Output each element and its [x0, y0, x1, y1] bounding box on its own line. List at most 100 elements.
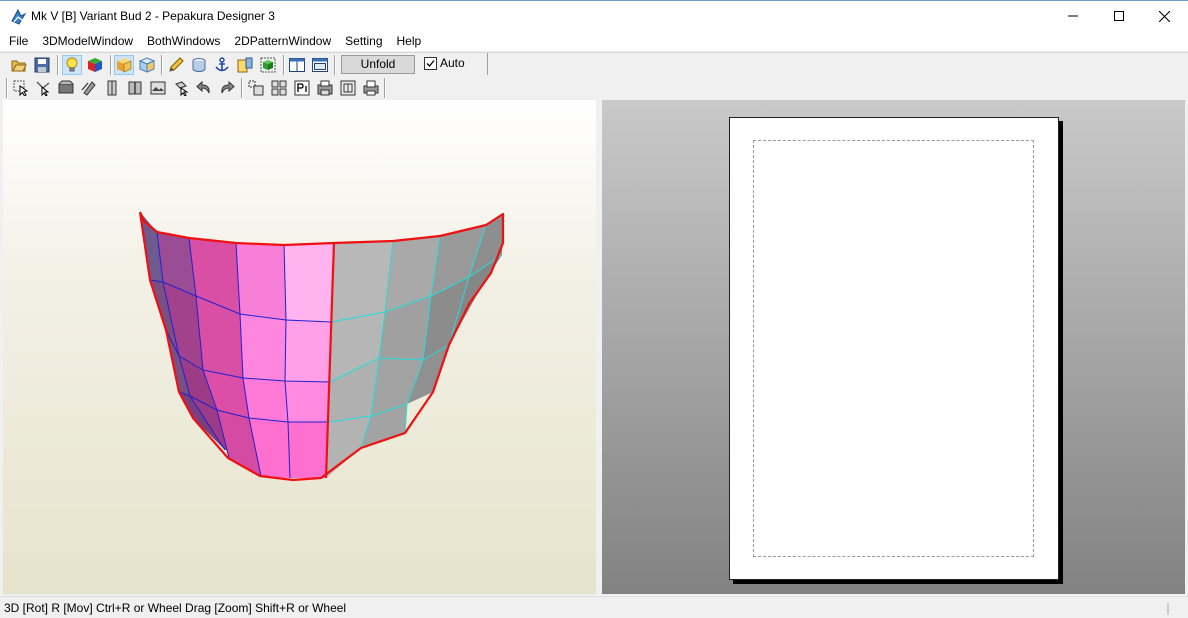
zoom-fit-icon: [340, 80, 356, 96]
menu-2dpatternwindow[interactable]: 2DPatternWindow: [227, 31, 338, 51]
title-bar: Mk V [B] Variant Bud 2 - Pepakura Design…: [0, 0, 1188, 32]
close-button[interactable]: [1141, 1, 1187, 31]
save-button[interactable]: [32, 55, 52, 75]
resize-grip-icon[interactable]: [1165, 603, 1181, 615]
2d-pattern-view[interactable]: [602, 100, 1185, 594]
move-part-button[interactable]: [171, 78, 191, 98]
single-pane-button[interactable]: [287, 55, 307, 75]
page-number-icon: [294, 80, 310, 96]
window-title: Mk V [B] Variant Bud 2 - Pepakura Design…: [31, 9, 275, 23]
menu-bothwindows[interactable]: BothWindows: [140, 31, 227, 51]
arrange-icon: [248, 80, 264, 96]
texture-mode-button[interactable]: [114, 55, 134, 75]
anchor-icon: [215, 57, 229, 72]
toolbar-separator: [57, 55, 59, 75]
print-setup-icon: [317, 80, 333, 96]
fold-line-icon: [128, 81, 142, 95]
auto-checkbox[interactable]: Auto: [424, 56, 465, 70]
face[interactable]: [288, 422, 329, 478]
edit-toolbar: [0, 76, 1188, 100]
menu-help[interactable]: Help: [390, 31, 429, 51]
maximize-icon: [1114, 11, 1124, 21]
select-arrow-icon: [13, 80, 29, 96]
menu-3dmodelwindow[interactable]: 3DModelWindow: [35, 31, 140, 51]
face[interactable]: [331, 241, 393, 322]
toolbar-end-line: [487, 53, 488, 75]
arrange-grid-icon: [271, 80, 287, 96]
auto-checkbox-box[interactable]: [424, 56, 437, 70]
toolbar-separator: [334, 55, 336, 75]
face[interactable]: [236, 243, 286, 320]
color-cube-icon: [88, 58, 102, 72]
main-toolbar: [0, 52, 1188, 77]
image-button[interactable]: [148, 78, 168, 98]
dual-pane-button[interactable]: [310, 55, 330, 75]
rotate-part-icon: [81, 81, 96, 96]
menu-bar: File 3DModelWindow BothWindows 2DPattern…: [0, 31, 1188, 51]
minimize-icon: [1068, 15, 1078, 17]
pencil-icon: [169, 57, 184, 72]
arrange-button[interactable]: [246, 78, 266, 98]
open-button[interactable]: [9, 55, 29, 75]
minimize-button[interactable]: [1050, 1, 1096, 31]
page-number-button[interactable]: [292, 78, 312, 98]
lighting-toggle-button[interactable]: [62, 55, 82, 75]
wireframe-mode-button[interactable]: [137, 55, 157, 75]
face[interactable]: [284, 243, 334, 322]
undo-button[interactable]: [194, 78, 214, 98]
face[interactable]: [240, 314, 286, 381]
join-edge-button[interactable]: [33, 78, 53, 98]
menu-setting[interactable]: Setting: [338, 31, 389, 51]
edit-part-button[interactable]: [235, 55, 255, 75]
redo-button[interactable]: [217, 78, 237, 98]
select-button[interactable]: [11, 78, 31, 98]
maximize-button[interactable]: [1096, 1, 1142, 31]
shape-button[interactable]: [189, 55, 209, 75]
edit-part-icon: [237, 57, 253, 73]
toolbar-separator: [241, 78, 243, 98]
toolbar-separator: [110, 55, 112, 75]
anchor-button[interactable]: [212, 55, 232, 75]
join-edge-icon: [36, 81, 50, 96]
toolbar-grip: [6, 78, 8, 98]
face[interactable]: [285, 320, 331, 382]
status-bar: 3D [Rot] R [Mov] Ctrl+R or Wheel Drag [Z…: [0, 596, 1188, 618]
status-text: 3D [Rot] R [Mov] Ctrl+R or Wheel Drag [Z…: [4, 601, 347, 615]
print-setup-button[interactable]: [315, 78, 335, 98]
toolbar-separator: [384, 78, 386, 98]
fold-line-button[interactable]: [125, 78, 145, 98]
menu-file[interactable]: File: [0, 31, 35, 51]
save-icon: [34, 57, 50, 73]
3d-model-canvas[interactable]: [3, 100, 596, 594]
part-select-button[interactable]: [258, 55, 278, 75]
print-margin: [753, 140, 1034, 557]
zoom-fit-button[interactable]: [338, 78, 358, 98]
mirror-button[interactable]: [102, 78, 122, 98]
undo-icon: [196, 80, 210, 94]
auto-label: Auto: [440, 56, 465, 70]
print-icon: [363, 80, 379, 96]
color-mode-button[interactable]: [85, 55, 105, 75]
texture-cube-icon: [117, 58, 132, 73]
print-button[interactable]: [361, 78, 381, 98]
pepakura-app-icon: [11, 8, 27, 25]
face[interactable]: [285, 381, 330, 422]
flap-icon: [58, 80, 74, 94]
pattern-page[interactable]: [729, 117, 1059, 580]
flap-button[interactable]: [56, 78, 76, 98]
unfold-button[interactable]: Unfold: [341, 55, 415, 74]
lightbulb-icon: [66, 57, 78, 72]
edge-edit-button[interactable]: [166, 55, 186, 75]
arrange-grid-button[interactable]: [269, 78, 289, 98]
green-part-icon: [260, 57, 276, 73]
checkmark-icon: [426, 59, 435, 67]
rotate-part-button[interactable]: [79, 78, 99, 98]
face[interactable]: [243, 378, 288, 422]
cylinder-icon: [192, 58, 206, 72]
toolbar-separator: [161, 55, 163, 75]
3d-model-view[interactable]: [3, 100, 596, 594]
close-icon: [1158, 10, 1170, 22]
mirror-icon: [107, 80, 117, 96]
wireframe-cube-icon: [139, 57, 155, 73]
dual-pane-icon: [312, 58, 328, 72]
